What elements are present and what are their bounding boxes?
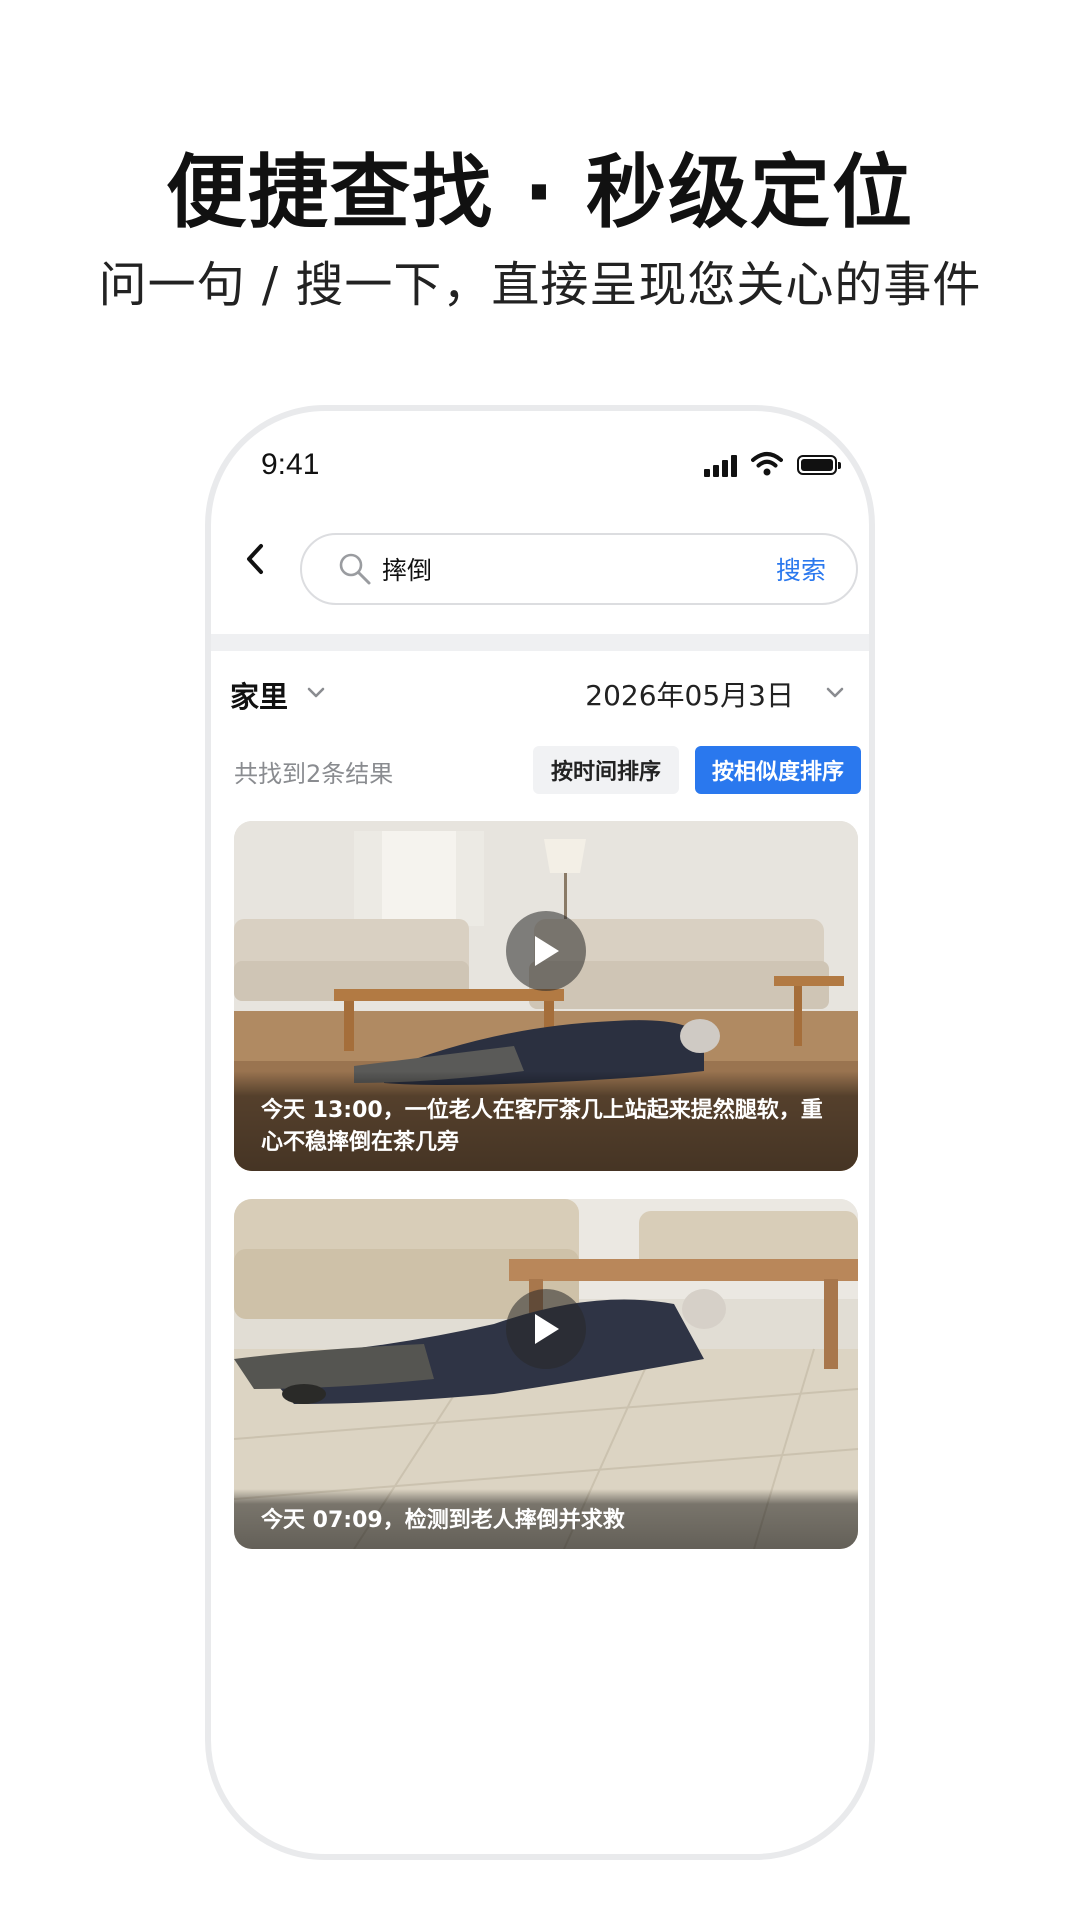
- result-caption: 今天 13:00，一位老人在客厅茶几上站起来提然腿软，重心不稳摔倒在茶几旁: [261, 1098, 823, 1155]
- play-icon: [535, 936, 559, 966]
- search-button[interactable]: 搜索: [776, 551, 826, 587]
- search-icon: [339, 553, 371, 585]
- sort-by-time-button[interactable]: 按时间排序: [533, 746, 679, 794]
- status-time: 9:41: [261, 448, 320, 481]
- phone-frame: 9:41 搜索 家里: [205, 405, 875, 1860]
- chevron-down-icon[interactable]: [825, 686, 845, 700]
- result-card[interactable]: 今天 07:09，检测到老人摔倒并求救: [234, 1199, 858, 1549]
- date-filter[interactable]: 2026年05月3日: [585, 674, 794, 714]
- page-headline: 便捷查找 · 秒级定位: [165, 146, 915, 239]
- chevron-down-icon[interactable]: [306, 686, 326, 700]
- page: 便捷查找 · 秒级定位 问一句 / 搜一下，直接呈现您关心的事件 9:41 摔倒…: [0, 0, 1080, 1920]
- result-caption: 今天 07:09，检测到老人摔倒并求救: [261, 1508, 625, 1533]
- location-filter[interactable]: 家里: [230, 674, 288, 716]
- play-button[interactable]: [506, 1289, 586, 1369]
- play-button[interactable]: [506, 911, 586, 991]
- page-subheadline: 问一句 / 搜一下，直接呈现您关心的事件: [98, 257, 982, 313]
- result-card[interactable]: 今天 13:00，一位老人在客厅茶几上站起来提然腿软，重心不稳摔倒在茶几旁: [234, 821, 858, 1171]
- search-box[interactable]: 搜索: [300, 533, 858, 605]
- play-icon: [535, 1314, 559, 1344]
- wifi-icon: [751, 452, 783, 476]
- signal-icon: [704, 455, 740, 477]
- sort-by-similarity-button[interactable]: 按相似度排序: [695, 746, 861, 794]
- battery-icon: [797, 455, 841, 475]
- back-chevron-icon[interactable]: [241, 536, 271, 582]
- section-divider: [211, 634, 869, 651]
- result-count: 共找到2条结果: [234, 760, 394, 788]
- search-input[interactable]: [382, 547, 722, 591]
